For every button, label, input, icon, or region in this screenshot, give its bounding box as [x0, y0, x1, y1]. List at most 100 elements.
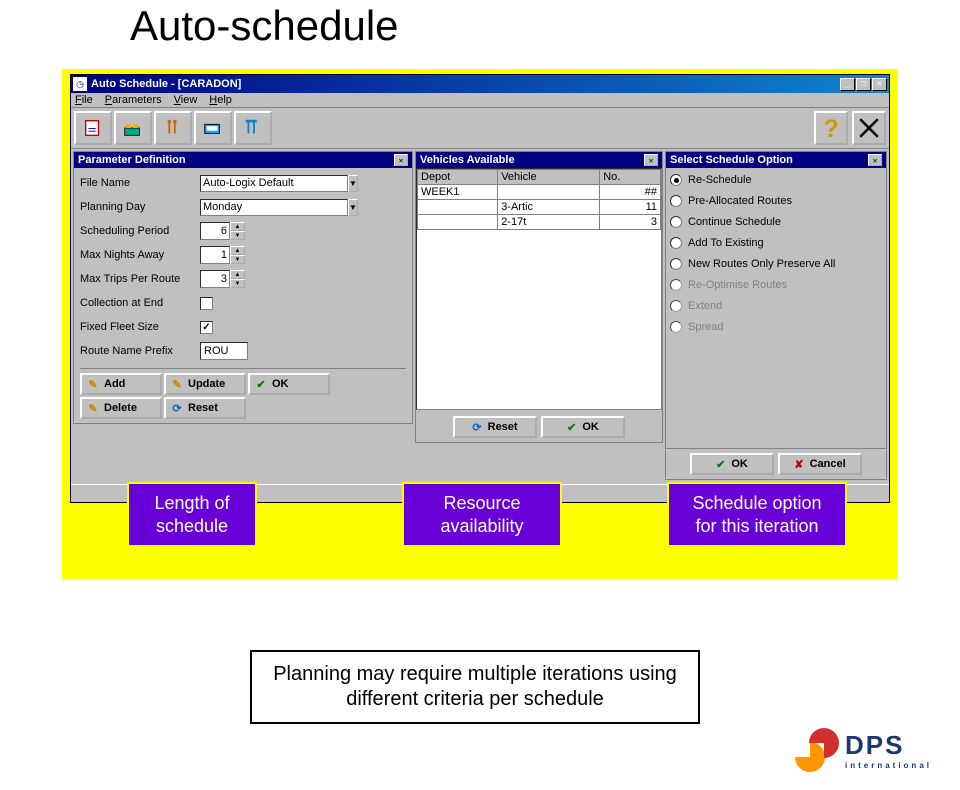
vehicles-table: Depot Vehicle No. WEEK1## 3-Artic11 2-17…: [417, 169, 661, 230]
vehicles-reset-button[interactable]: ⟳Reset: [453, 416, 537, 438]
app-icon: ◷: [73, 77, 87, 91]
max-trips-down[interactable]: ▼: [230, 279, 245, 288]
panel-param-title: Parameter Definition: [78, 154, 394, 166]
route-prefix-input[interactable]: [200, 342, 248, 360]
callout-resource: Resource availability: [402, 482, 562, 547]
slide-title: Auto-schedule: [0, 0, 960, 56]
radio-label: Pre-Allocated Routes: [688, 195, 792, 207]
panel-vehicles-title: Vehicles Available: [420, 154, 644, 166]
table-row[interactable]: 2-17t3: [418, 215, 661, 230]
radio-label: Re-Optimise Routes: [688, 279, 787, 291]
max-nights-down[interactable]: ▼: [230, 255, 245, 264]
check-icon: ✔: [567, 421, 576, 434]
menubar: File Parameters View Help: [71, 93, 889, 108]
check-icon: ✔: [716, 458, 725, 471]
table-row[interactable]: 3-Artic11: [418, 200, 661, 215]
fixed-fleet-checkbox[interactable]: ✓: [200, 321, 213, 334]
toolbar: ?: [71, 108, 889, 149]
radio-option-3[interactable]: Add To Existing: [670, 237, 882, 249]
col-depot[interactable]: Depot: [418, 170, 498, 185]
radio-icon: [670, 174, 682, 186]
radio-icon: [670, 321, 682, 333]
logo-mark-icon: [795, 728, 839, 772]
label-route-prefix: Route Name Prefix: [80, 345, 200, 357]
delete-icon: ✎: [86, 402, 100, 415]
callout-length: Length of schedule: [127, 482, 257, 547]
file-name-dropdown[interactable]: ▼: [348, 175, 358, 192]
svg-text:?: ?: [824, 115, 839, 143]
radio-label: Add To Existing: [688, 237, 764, 249]
radio-option-2[interactable]: Continue Schedule: [670, 216, 882, 228]
file-name-input[interactable]: [200, 175, 348, 192]
logo-subtext: international: [845, 761, 932, 770]
help-button[interactable]: ?: [814, 111, 848, 145]
menu-file[interactable]: File: [75, 94, 93, 106]
planning-day-dropdown[interactable]: ▼: [348, 199, 358, 216]
label-scheduling-period: Scheduling Period: [80, 225, 200, 237]
app-window: ◷ Auto Schedule - [CARADON] _ ❐ ✕ File P…: [70, 74, 890, 503]
add-button[interactable]: ✎Add: [80, 373, 162, 395]
radio-option-5: Re-Optimise Routes: [670, 279, 882, 291]
radio-icon: [670, 237, 682, 249]
max-nights-up[interactable]: ▲: [230, 246, 245, 255]
vehicles-ok-button[interactable]: ✔OK: [541, 416, 625, 438]
toolbar-btn-1[interactable]: [74, 111, 112, 145]
maximize-button[interactable]: ❐: [856, 78, 871, 91]
radio-icon: [670, 216, 682, 228]
col-no[interactable]: No.: [600, 170, 661, 185]
col-vehicle[interactable]: Vehicle: [498, 170, 600, 185]
toolbar-btn-3[interactable]: [154, 111, 192, 145]
radio-option-0[interactable]: Re-Schedule: [670, 174, 882, 186]
callout-option: Schedule option for this iteration: [667, 482, 847, 547]
param-ok-button[interactable]: ✔OK: [248, 373, 330, 395]
panel-schedule-options: Select Schedule Option ✕ Re-Schedule Pre-…: [665, 151, 887, 480]
panel-options-close[interactable]: ✕: [868, 154, 882, 166]
close-button[interactable]: ✕: [872, 78, 887, 91]
radio-label: New Routes Only Preserve All: [688, 258, 835, 270]
radio-icon: [670, 258, 682, 270]
radio-option-7: Spread: [670, 321, 882, 333]
logo: DPS international: [795, 728, 932, 772]
refresh-icon: ⟳: [170, 402, 184, 415]
pencil-icon: ✎: [170, 378, 184, 391]
panel-param-close[interactable]: ✕: [394, 154, 408, 166]
radio-option-4[interactable]: New Routes Only Preserve All: [670, 258, 882, 270]
refresh-icon: ⟳: [472, 421, 481, 434]
label-file-name: File Name: [80, 177, 200, 189]
toolbar-btn-5[interactable]: [234, 111, 272, 145]
max-nights-input[interactable]: [200, 246, 230, 264]
panel-parameter-definition: Parameter Definition ✕ File Name ▼ Plann…: [73, 151, 413, 424]
toolbar-btn-4[interactable]: [194, 111, 232, 145]
radio-icon: [670, 279, 682, 291]
pencil-icon: ✎: [86, 378, 100, 391]
note-box: Planning may require multiple iterations…: [250, 650, 700, 724]
titlebar-text: Auto Schedule - [CARADON]: [91, 78, 840, 90]
table-row[interactable]: WEEK1##: [418, 185, 661, 200]
logo-text: DPS: [845, 730, 932, 761]
collection-end-checkbox[interactable]: [200, 297, 213, 310]
label-collection-end: Collection at End: [80, 297, 200, 309]
panel-vehicles-close[interactable]: ✕: [644, 154, 658, 166]
menu-parameters[interactable]: Parameters: [105, 94, 162, 106]
toolbar-btn-2[interactable]: [114, 111, 152, 145]
reset-button[interactable]: ⟳Reset: [164, 397, 246, 419]
sched-period-down[interactable]: ▼: [230, 231, 245, 240]
delete-button[interactable]: ✎Delete: [80, 397, 162, 419]
radio-label: Extend: [688, 300, 722, 312]
max-trips-up[interactable]: ▲: [230, 270, 245, 279]
update-button[interactable]: ✎Update: [164, 373, 246, 395]
options-ok-button[interactable]: ✔OK: [690, 453, 774, 475]
menu-view[interactable]: View: [174, 94, 198, 106]
max-trips-input[interactable]: [200, 270, 230, 288]
check-icon: ✔: [254, 378, 268, 391]
radio-label: Re-Schedule: [688, 174, 752, 186]
planning-day-input[interactable]: [200, 199, 348, 216]
radio-option-1[interactable]: Pre-Allocated Routes: [670, 195, 882, 207]
options-cancel-button[interactable]: ✘Cancel: [778, 453, 862, 475]
minimize-button[interactable]: _: [840, 78, 855, 91]
toolbar-close-button[interactable]: [852, 111, 886, 145]
scheduling-period-input[interactable]: [200, 222, 230, 240]
panel-options-title: Select Schedule Option: [670, 154, 868, 166]
sched-period-up[interactable]: ▲: [230, 222, 245, 231]
menu-help[interactable]: Help: [209, 94, 232, 106]
